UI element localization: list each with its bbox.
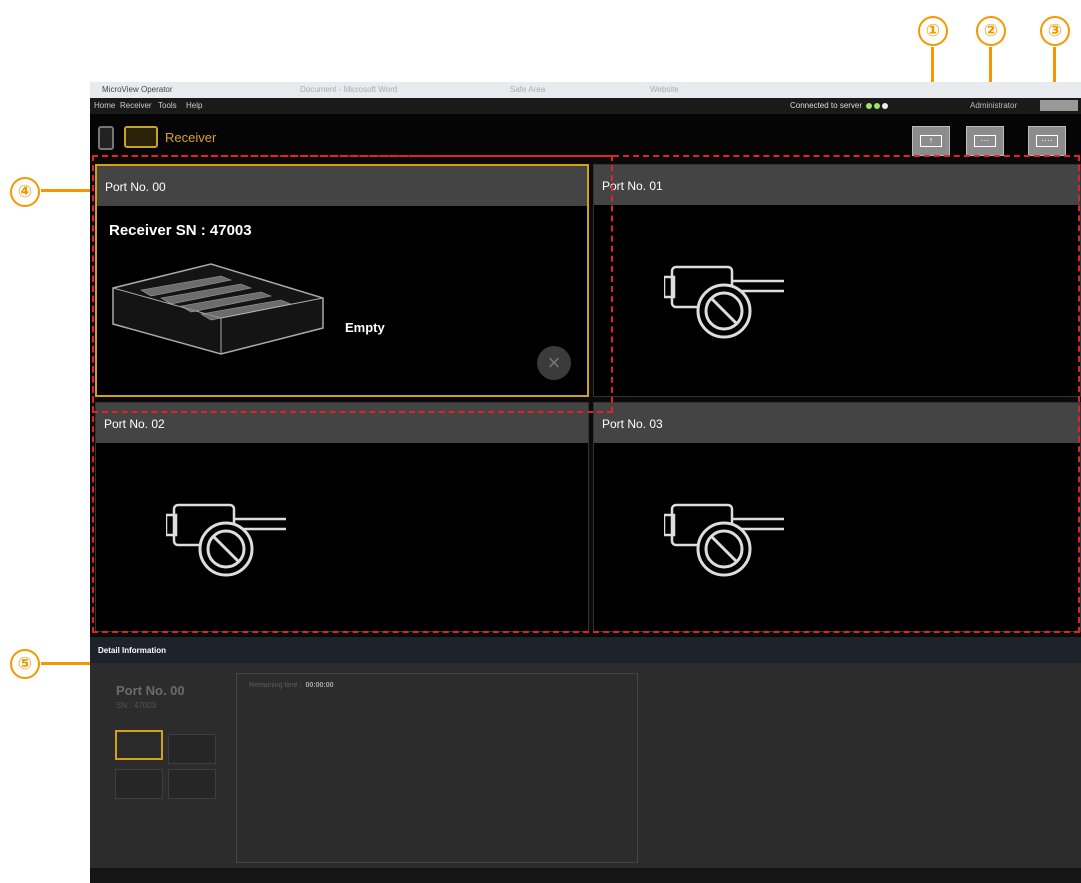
title-bar: MicroView Operator Document - Microsoft … xyxy=(90,82,1081,98)
detail-header: Detail Information xyxy=(90,637,1081,663)
blurred-tab: Website xyxy=(650,85,679,94)
remaining-time-label: Remaining time : xyxy=(249,682,302,689)
detail-sn: SN : 47003 xyxy=(116,701,157,710)
detail-title: Detail Information xyxy=(98,646,167,655)
settings-button-2[interactable]: ···· xyxy=(1028,126,1066,156)
connection-status: Connected to server xyxy=(790,101,889,110)
detail-port-label: Port No. 00 xyxy=(116,683,185,698)
mini-port-cell[interactable] xyxy=(168,734,216,764)
blurred-tab: Document - Microsoft Word xyxy=(300,85,398,94)
mini-port-cell[interactable] xyxy=(115,730,163,760)
receiver-icon[interactable] xyxy=(124,126,158,148)
detail-info-box: Remaining time :00:00:00 xyxy=(236,673,638,863)
callout-3: ③ xyxy=(1040,16,1070,46)
remaining-time: Remaining time :00:00:00 xyxy=(249,682,334,689)
status-led-icon xyxy=(866,102,873,109)
callout-1: ① xyxy=(918,16,948,46)
port-00-highlight xyxy=(92,155,613,413)
connection-status-label: Connected to server xyxy=(790,101,863,110)
user-label: Administrator xyxy=(970,101,1018,110)
menu-tools[interactable]: Tools xyxy=(158,101,177,110)
callout-2: ② xyxy=(976,16,1006,46)
menu-bar: Home Receiver Tools Help Connected to se… xyxy=(90,98,1081,114)
blurred-tab: Safe Area xyxy=(510,85,546,94)
dots-icon: ···· xyxy=(1036,135,1058,147)
status-bar xyxy=(90,868,1081,883)
menu-home[interactable]: Home xyxy=(94,101,115,110)
mini-port-cell[interactable] xyxy=(115,769,163,799)
detail-panel: Port No. 00 SN : 47003 Remaining time :0… xyxy=(90,663,1081,868)
device-icon[interactable] xyxy=(98,126,114,150)
dots-icon: ··· xyxy=(974,135,996,147)
app-window: MicroView Operator Document - Microsoft … xyxy=(90,82,1081,883)
remaining-time-value: 00:00:00 xyxy=(305,682,334,689)
toolbar: Receiver ↑ ··· ···· xyxy=(90,114,1081,156)
menu-receiver[interactable]: Receiver xyxy=(120,101,152,110)
settings-button[interactable]: ··· xyxy=(966,126,1004,156)
menu-help[interactable]: Help xyxy=(186,101,202,110)
callout-4: ④ xyxy=(10,177,40,207)
page-title: Receiver xyxy=(165,130,217,145)
upload-icon: ↑ xyxy=(920,135,942,147)
upload-button[interactable]: ↑ xyxy=(912,126,950,156)
status-led-icon xyxy=(882,102,889,109)
status-led-icon xyxy=(874,102,881,109)
mini-port-cell[interactable] xyxy=(168,769,216,799)
window-title: MicroView Operator xyxy=(102,85,173,94)
logout-button[interactable] xyxy=(1040,100,1078,111)
callout-5: ⑤ xyxy=(10,649,40,679)
